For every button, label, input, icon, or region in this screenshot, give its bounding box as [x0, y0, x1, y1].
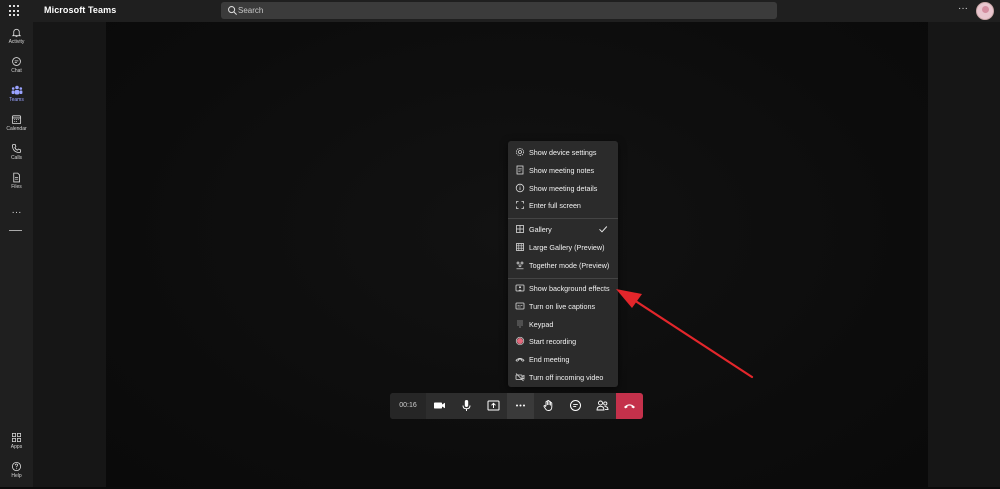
gallery-icon	[516, 225, 524, 233]
menu-item-label: Turn off incoming video	[529, 373, 604, 382]
rail-label: Apps	[10, 444, 23, 450]
menu-item-label: Show background effects	[529, 284, 610, 293]
title-bar: Microsoft Teams Search ···	[0, 0, 1000, 22]
menu-item-label: Large Gallery (Preview)	[529, 243, 605, 252]
app-title: Microsoft Teams	[44, 5, 117, 15]
rail-label: Chat	[11, 68, 22, 74]
menu-divider	[508, 218, 618, 219]
stage-side-panel-right	[928, 22, 1000, 487]
menu-item-label: End meeting	[529, 355, 570, 364]
checkmark-icon	[599, 226, 608, 233]
video-off-icon	[515, 373, 525, 382]
chat-icon	[570, 400, 581, 411]
participants-button[interactable]	[589, 393, 616, 419]
apps-icon	[12, 433, 21, 442]
app-launcher-icon[interactable]	[8, 4, 22, 18]
menu-item-label: Show meeting details	[529, 184, 598, 193]
menu-item-label: Keypad	[529, 320, 554, 329]
menu-item-live-captions[interactable]: Turn on live captions	[508, 298, 618, 315]
search-placeholder: Search	[238, 6, 264, 15]
hang-up-icon	[624, 404, 635, 409]
rail-item-calls[interactable]: Calls	[0, 143, 33, 171]
share-screen-icon	[487, 400, 500, 411]
rail-item-activity[interactable]: Activity	[0, 27, 33, 55]
chat-icon	[12, 57, 21, 66]
rail-label: Calendar	[6, 126, 27, 132]
rail-label: Teams	[9, 97, 24, 103]
rail-label: Help	[11, 473, 22, 479]
teams-icon	[11, 85, 22, 95]
raise-hand-button[interactable]	[535, 393, 562, 419]
menu-item-meeting-notes[interactable]: Show meeting notes	[508, 162, 618, 179]
menu-item-label: Show device settings	[529, 148, 597, 157]
menu-item-label: Start recording	[529, 337, 577, 346]
menu-item-label: Enter full screen	[529, 201, 581, 210]
more-apps-icon[interactable]: ···	[0, 207, 33, 218]
together-mode-icon	[516, 261, 524, 270]
participants-icon	[596, 400, 609, 411]
captions-icon	[515, 302, 525, 310]
menu-item-label: Together mode (Preview)	[529, 261, 610, 270]
menu-item-label: Show meeting notes	[529, 166, 595, 175]
search-icon	[228, 6, 237, 15]
avatar[interactable]	[976, 2, 994, 20]
background-effects-icon	[515, 284, 525, 292]
rail-divider	[9, 230, 22, 231]
meeting-control-bar: 00:16	[390, 393, 643, 419]
menu-item-together-mode[interactable]: Together mode (Preview)	[508, 257, 618, 274]
rail-item-chat[interactable]: Chat	[0, 56, 33, 84]
hang-up-button[interactable]	[616, 393, 643, 419]
menu-item-gallery[interactable]: Gallery	[508, 221, 618, 238]
info-icon	[515, 183, 525, 193]
rail-item-calendar[interactable]: Calendar	[0, 114, 33, 142]
stage-side-panel-left	[33, 22, 106, 487]
menu-item-end-meeting[interactable]: End meeting	[508, 351, 618, 368]
menu-item-start-recording[interactable]: Start recording	[508, 333, 618, 350]
meeting-timer: 00:16	[390, 393, 426, 419]
rail-item-teams[interactable]: Teams	[0, 85, 33, 113]
microphone-button[interactable]	[453, 393, 480, 419]
rail-label: Files	[11, 184, 22, 190]
menu-item-background-effects[interactable]: Show background effects	[508, 280, 618, 297]
menu-item-keypad[interactable]: Keypad	[508, 316, 618, 333]
more-actions-button[interactable]	[507, 393, 534, 419]
camera-icon	[434, 402, 445, 409]
more-options-icon[interactable]: ···	[958, 3, 968, 14]
fullscreen-icon	[516, 201, 524, 209]
help-icon	[11, 461, 22, 472]
rail-item-apps[interactable]: Apps	[0, 432, 33, 460]
camera-button[interactable]	[426, 393, 453, 419]
app-bar: Activity Chat Teams Calendar Calls Files…	[0, 22, 33, 487]
rail-item-files[interactable]: Files	[0, 172, 33, 200]
rail-item-help[interactable]: Help	[0, 461, 33, 489]
file-icon	[13, 172, 20, 183]
end-meeting-icon	[515, 358, 525, 362]
menu-item-full-screen[interactable]: Enter full screen	[508, 197, 618, 214]
menu-item-label: Gallery	[529, 225, 552, 234]
gear-icon	[516, 148, 524, 156]
search-input[interactable]: Search	[221, 2, 777, 19]
raise-hand-icon	[543, 400, 553, 411]
keypad-icon	[517, 320, 523, 328]
rail-label: Activity	[8, 39, 25, 45]
menu-item-device-settings[interactable]: Show device settings	[508, 144, 618, 161]
microphone-icon	[462, 400, 471, 411]
bell-icon	[11, 28, 22, 38]
phone-icon	[11, 143, 22, 154]
menu-item-meeting-details[interactable]: Show meeting details	[508, 180, 618, 197]
more-actions-icon	[516, 404, 525, 407]
share-screen-button[interactable]	[480, 393, 507, 419]
notes-icon	[516, 165, 524, 175]
rail-label: Calls	[10, 155, 23, 161]
chat-button[interactable]	[562, 393, 589, 419]
large-gallery-icon	[516, 243, 524, 251]
menu-item-label: Turn on live captions	[529, 302, 596, 311]
menu-item-large-gallery[interactable]: Large Gallery (Preview)	[508, 239, 618, 256]
more-actions-menu: Show device settings Show meeting notes …	[508, 141, 618, 387]
calendar-icon	[11, 115, 22, 125]
menu-item-incoming-video[interactable]: Turn off incoming video	[508, 369, 618, 386]
record-icon	[515, 336, 525, 346]
menu-divider	[508, 278, 618, 279]
